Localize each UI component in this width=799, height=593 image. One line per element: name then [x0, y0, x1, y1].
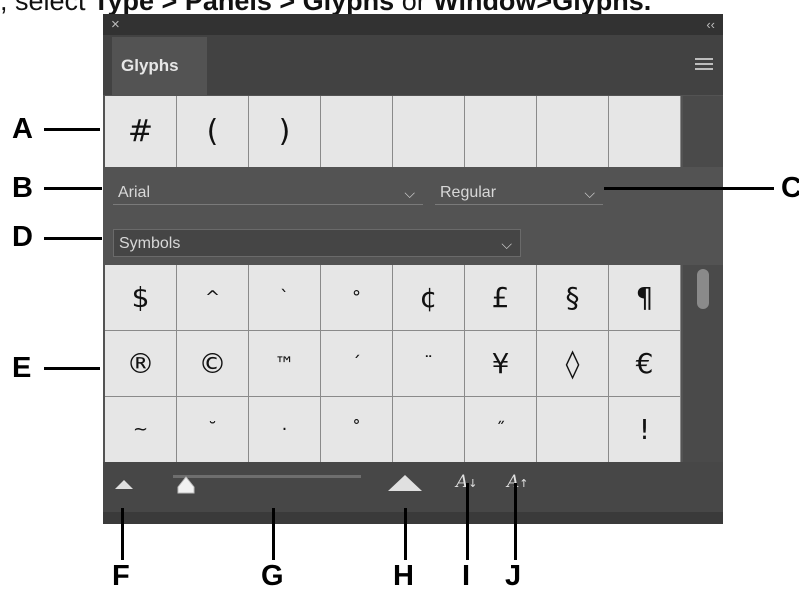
tab-strip: Glyphs: [103, 35, 723, 95]
glyph-cell[interactable]: ®: [105, 331, 176, 396]
glyph-cell[interactable]: `: [249, 265, 320, 330]
glyph-cell[interactable]: ¢: [393, 265, 464, 330]
callout-h: H: [393, 560, 414, 592]
callout-b-line: [44, 187, 102, 190]
glyph-cell[interactable]: ˚: [321, 397, 392, 462]
chevron-down-icon: ⌵: [584, 185, 595, 201]
recent-glyph-cell[interactable]: ): [249, 96, 320, 167]
glyph-cell[interactable]: ¨: [393, 331, 464, 396]
glyph-cell[interactable]: [393, 397, 464, 462]
recent-glyph-cell[interactable]: [537, 96, 608, 167]
callout-h-line: [404, 508, 407, 560]
font-style-value: Regular: [440, 184, 497, 201]
callout-c-line: [604, 187, 774, 190]
font-family-value: Arial: [118, 184, 151, 201]
hamburger-menu-icon[interactable]: [695, 58, 713, 70]
callout-j-line: [514, 483, 517, 560]
decrease-arrow: ↓: [468, 477, 478, 490]
recent-glyph-cell[interactable]: (: [177, 96, 248, 167]
tab-glyphs[interactable]: Glyphs: [112, 37, 207, 95]
chevron-down-icon: ⌵: [501, 236, 512, 252]
callout-e: E: [12, 352, 32, 384]
recent-glyph-cell[interactable]: [393, 96, 464, 167]
glyph-cell[interactable]: ™: [249, 331, 320, 396]
callout-d-line: [44, 237, 102, 240]
glyph-cell[interactable]: ¶: [609, 265, 680, 330]
recent-glyph-cell[interactable]: #: [105, 96, 176, 167]
glyph-set-value: Symbols: [119, 235, 181, 252]
callout-g: G: [261, 560, 284, 592]
glyphs-panel: × ‹‹ Glyphs #() Arial ⌵ Regular ⌵ Symbol…: [103, 14, 723, 524]
font-style-dropdown[interactable]: Regular ⌵: [435, 181, 603, 205]
chevron-down-icon: ⌵: [404, 185, 415, 201]
glyph-cell[interactable]: §: [537, 265, 608, 330]
glyph-cell[interactable]: £: [465, 265, 536, 330]
large-mountain-icon[interactable]: [388, 473, 422, 491]
glyph-cell[interactable]: ¥: [465, 331, 536, 396]
callout-f-line: [121, 508, 124, 560]
glyph-cell[interactable]: ©: [177, 331, 248, 396]
glyph-cell[interactable]: ·: [249, 397, 320, 462]
increase-glyph-size-icon[interactable]: A↑: [507, 472, 529, 492]
collapse-icon[interactable]: ‹‹: [706, 14, 715, 35]
callout-e-line: [44, 367, 100, 370]
callout-c: C: [781, 172, 799, 204]
glyph-cell[interactable]: °: [321, 265, 392, 330]
small-mountain-icon[interactable]: [115, 479, 133, 489]
callout-i: I: [462, 560, 471, 592]
glyph-cell[interactable]: ◊: [537, 331, 608, 396]
glyph-cell[interactable]: !: [609, 397, 680, 462]
font-family-dropdown[interactable]: Arial ⌵: [113, 181, 423, 205]
panel-title-bar: × ‹‹: [103, 14, 723, 35]
glyph-size-slider-track[interactable]: [173, 475, 361, 478]
recently-used-glyphs: #(): [105, 96, 681, 167]
recent-glyphs-gutter: [683, 96, 723, 167]
recent-glyph-cell[interactable]: [609, 96, 680, 167]
recent-glyph-cell[interactable]: [465, 96, 536, 167]
recent-glyph-cell[interactable]: [321, 96, 392, 167]
glyph-cell[interactable]: ~: [105, 397, 176, 462]
callout-f: F: [112, 560, 130, 592]
caption-prefix: , select: [0, 0, 94, 16]
panel-resize-strip[interactable]: [103, 512, 723, 524]
glyph-cell[interactable]: €: [609, 331, 680, 396]
glyph-cell[interactable]: ^: [177, 265, 248, 330]
glyph-grid-scrollbar[interactable]: [683, 265, 723, 462]
glyph-grid: $ ^ ` ° ¢ £ § ¶ ® © ™ ´ ¨ ¥ ◊ € ~ ˘ · ˚ ˝!: [105, 265, 681, 462]
glyph-cell[interactable]: [537, 397, 608, 462]
callout-a: A: [12, 113, 33, 145]
callout-d: D: [12, 221, 33, 253]
callout-b: B: [12, 172, 33, 204]
close-icon[interactable]: ×: [111, 14, 120, 35]
callout-i-line: [466, 483, 469, 560]
callout-j: J: [505, 560, 522, 592]
increase-arrow: ↑: [519, 477, 529, 490]
bottom-toolbar: A↓ A↑: [103, 462, 723, 524]
callout-g-line: [272, 508, 275, 560]
glyph-size-slider-thumb[interactable]: [177, 476, 195, 494]
glyph-cell[interactable]: ´: [321, 331, 392, 396]
glyph-set-dropdown[interactable]: Symbols ⌵: [113, 229, 521, 257]
scrollbar-thumb[interactable]: [697, 269, 709, 309]
glyph-cell[interactable]: ˘: [177, 397, 248, 462]
glyph-cell[interactable]: ˝: [465, 397, 536, 462]
glyph-cell[interactable]: $: [105, 265, 176, 330]
callout-a-line: [44, 128, 100, 131]
